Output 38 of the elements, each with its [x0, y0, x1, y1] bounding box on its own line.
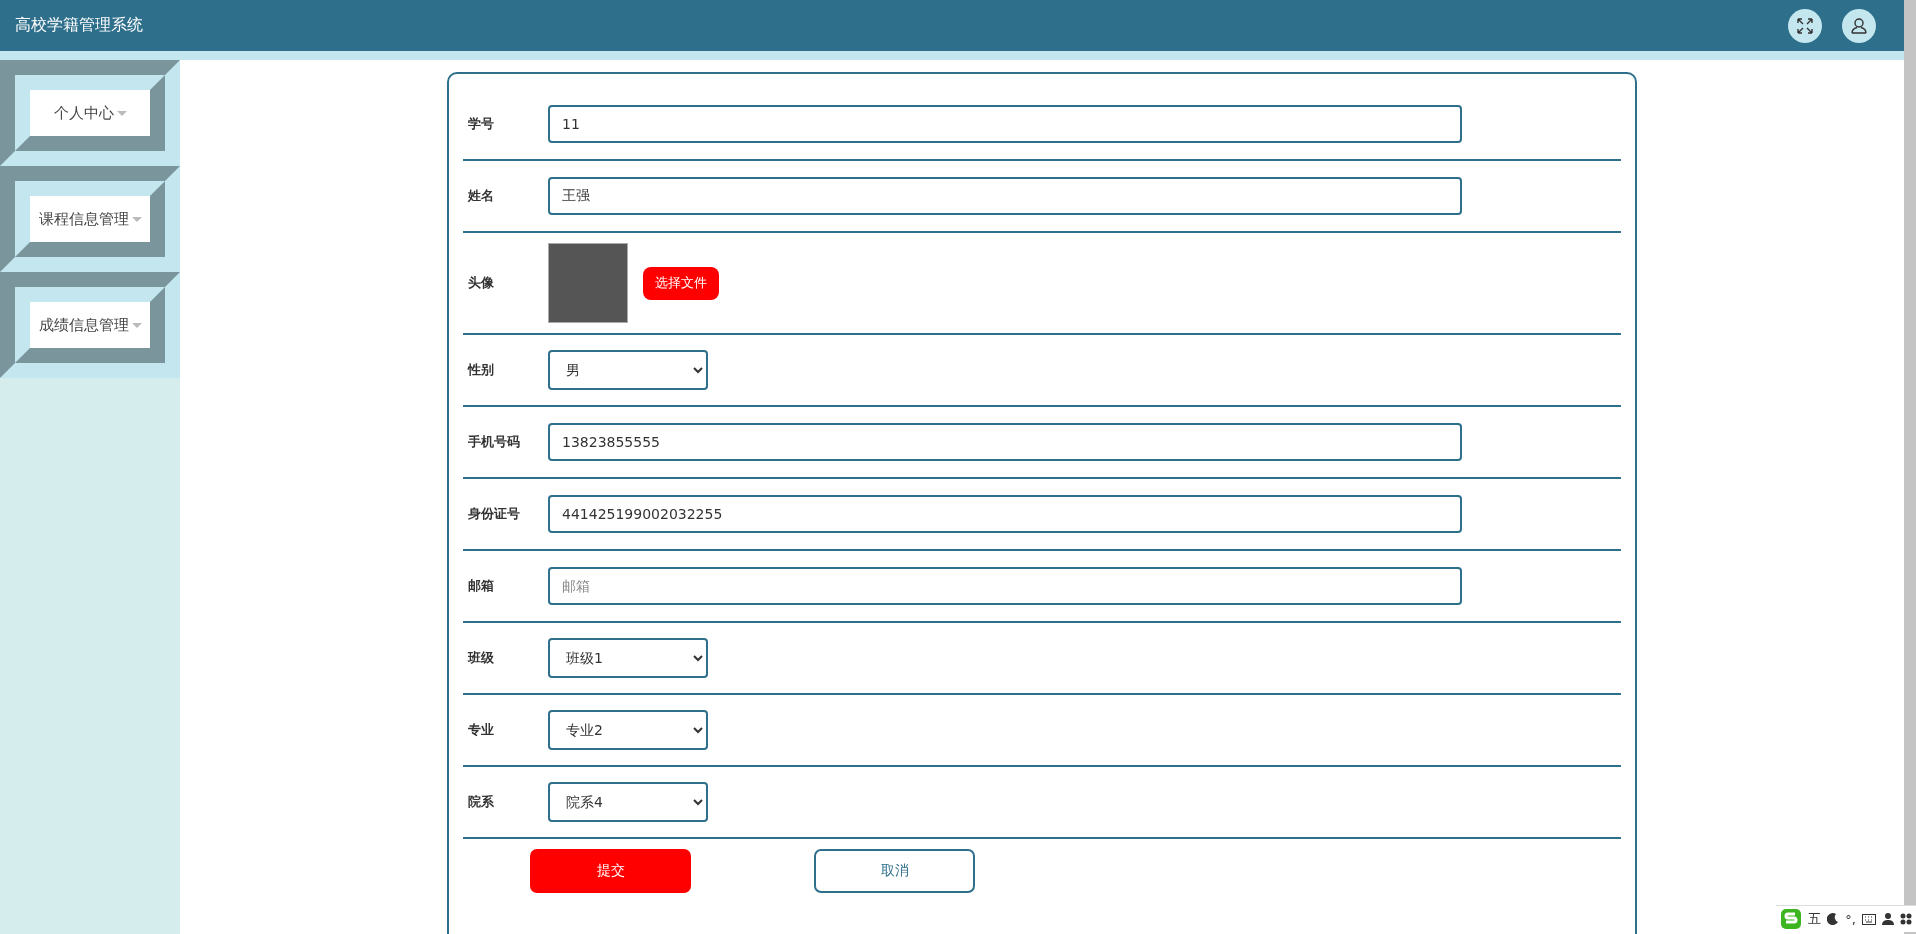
caret-icon: [131, 322, 142, 328]
app-title: 高校学籍管理系统: [15, 15, 143, 36]
person-icon[interactable]: [1882, 913, 1894, 925]
input-field[interactable]: 邮箱: [548, 567, 1462, 605]
field-label: 专业: [468, 721, 495, 739]
input-field[interactable]: 13823855555: [548, 423, 1462, 461]
punctuation-text[interactable]: °,: [1845, 911, 1856, 927]
input-field[interactable]: 王强: [548, 177, 1462, 215]
moon-icon[interactable]: [1827, 913, 1840, 925]
field-label: 院系: [468, 793, 495, 811]
field-label: 性别: [468, 361, 495, 379]
input-mode-text[interactable]: 五: [1808, 910, 1822, 928]
select-field[interactable]: 院系4: [548, 782, 708, 822]
caret-icon: [116, 110, 127, 116]
keyboard-icon[interactable]: [1862, 913, 1876, 925]
select-field[interactable]: 男: [548, 350, 708, 390]
select-field[interactable]: 班级1: [548, 638, 708, 678]
grid-icon[interactable]: [1900, 913, 1912, 925]
fullscreen-button[interactable]: [1788, 8, 1822, 43]
field-label: 姓名: [468, 187, 495, 205]
scrollbar[interactable]: [1904, 0, 1916, 934]
input-field[interactable]: 11: [548, 105, 1462, 143]
submit-button[interactable]: 提交: [530, 849, 691, 893]
field-label: 班级: [468, 649, 495, 667]
select-field[interactable]: 专业2: [548, 710, 708, 750]
user-button[interactable]: [1842, 8, 1876, 43]
field-label: 身份证号: [468, 505, 521, 523]
field-label: 邮箱: [468, 577, 495, 595]
fullscreen-icon: [1796, 16, 1814, 35]
user-icon: [1850, 16, 1868, 35]
cancel-button[interactable]: 取消: [814, 849, 975, 893]
caret-icon: [131, 216, 142, 222]
field-label: 头像: [468, 274, 495, 292]
input-field[interactable]: 441425199002032255: [548, 495, 1462, 533]
choose-file-button[interactable]: 选择文件: [643, 266, 719, 300]
field-label: 学号: [468, 115, 495, 133]
field-label: 手机号码: [468, 433, 521, 451]
s-logo-icon[interactable]: [1780, 908, 1803, 930]
